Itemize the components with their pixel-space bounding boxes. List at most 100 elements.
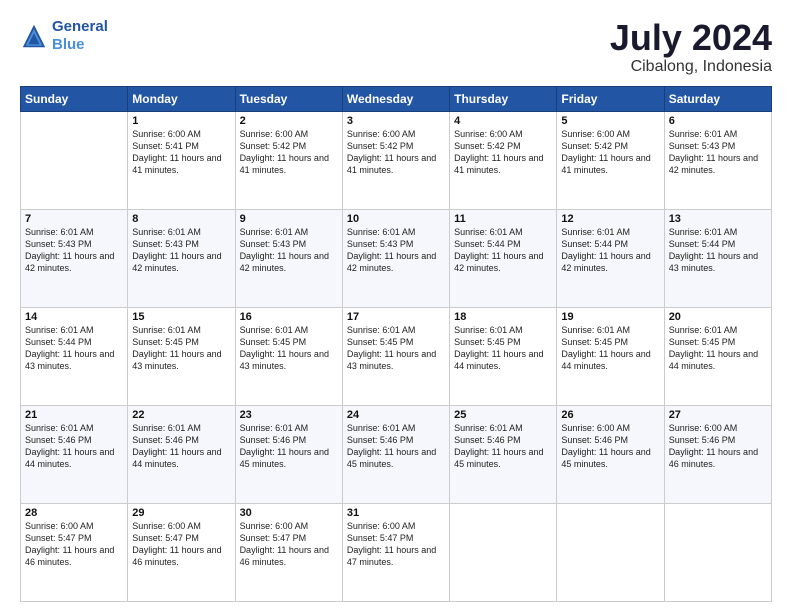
cell-details: Sunrise: 6:01 AM Sunset: 5:45 PM Dayligh… xyxy=(454,324,552,373)
logo-icon xyxy=(20,22,48,50)
calendar-cell: 27Sunrise: 6:00 AM Sunset: 5:46 PM Dayli… xyxy=(664,405,771,503)
cell-details: Sunrise: 6:00 AM Sunset: 5:47 PM Dayligh… xyxy=(132,520,230,569)
day-number: 18 xyxy=(454,311,552,323)
day-number: 17 xyxy=(347,311,445,323)
day-number: 13 xyxy=(669,213,767,225)
calendar-cell: 21Sunrise: 6:01 AM Sunset: 5:46 PM Dayli… xyxy=(21,405,128,503)
calendar-cell: 11Sunrise: 6:01 AM Sunset: 5:44 PM Dayli… xyxy=(450,209,557,307)
calendar-cell: 5Sunrise: 6:00 AM Sunset: 5:42 PM Daylig… xyxy=(557,111,664,209)
day-number: 9 xyxy=(240,213,338,225)
cell-details: Sunrise: 6:01 AM Sunset: 5:43 PM Dayligh… xyxy=(132,226,230,275)
day-number: 12 xyxy=(561,213,659,225)
calendar-week-2: 7Sunrise: 6:01 AM Sunset: 5:43 PM Daylig… xyxy=(21,209,772,307)
calendar-cell: 20Sunrise: 6:01 AM Sunset: 5:45 PM Dayli… xyxy=(664,307,771,405)
cell-details: Sunrise: 6:00 AM Sunset: 5:46 PM Dayligh… xyxy=(561,422,659,471)
cell-details: Sunrise: 6:01 AM Sunset: 5:45 PM Dayligh… xyxy=(132,324,230,373)
calendar-cell xyxy=(557,503,664,601)
day-number: 14 xyxy=(25,311,123,323)
subtitle: Cibalong, Indonesia xyxy=(610,58,772,76)
cell-details: Sunrise: 6:01 AM Sunset: 5:45 PM Dayligh… xyxy=(669,324,767,373)
cell-details: Sunrise: 6:01 AM Sunset: 5:43 PM Dayligh… xyxy=(347,226,445,275)
calendar-week-1: 1Sunrise: 6:00 AM Sunset: 5:41 PM Daylig… xyxy=(21,111,772,209)
header: General Blue July 2024 Cibalong, Indones… xyxy=(20,18,772,76)
cell-details: Sunrise: 6:00 AM Sunset: 5:46 PM Dayligh… xyxy=(669,422,767,471)
calendar-week-3: 14Sunrise: 6:01 AM Sunset: 5:44 PM Dayli… xyxy=(21,307,772,405)
cell-details: Sunrise: 6:00 AM Sunset: 5:47 PM Dayligh… xyxy=(25,520,123,569)
cell-details: Sunrise: 6:01 AM Sunset: 5:44 PM Dayligh… xyxy=(25,324,123,373)
cell-details: Sunrise: 6:01 AM Sunset: 5:44 PM Dayligh… xyxy=(454,226,552,275)
calendar-cell: 26Sunrise: 6:00 AM Sunset: 5:46 PM Dayli… xyxy=(557,405,664,503)
cell-details: Sunrise: 6:01 AM Sunset: 5:46 PM Dayligh… xyxy=(454,422,552,471)
cell-details: Sunrise: 6:00 AM Sunset: 5:41 PM Dayligh… xyxy=(132,128,230,177)
day-number: 5 xyxy=(561,115,659,127)
calendar-cell: 28Sunrise: 6:00 AM Sunset: 5:47 PM Dayli… xyxy=(21,503,128,601)
calendar-cell: 1Sunrise: 6:00 AM Sunset: 5:41 PM Daylig… xyxy=(128,111,235,209)
calendar-cell: 23Sunrise: 6:01 AM Sunset: 5:46 PM Dayli… xyxy=(235,405,342,503)
day-number: 24 xyxy=(347,409,445,421)
calendar-cell: 13Sunrise: 6:01 AM Sunset: 5:44 PM Dayli… xyxy=(664,209,771,307)
day-number: 7 xyxy=(25,213,123,225)
calendar-cell: 6Sunrise: 6:01 AM Sunset: 5:43 PM Daylig… xyxy=(664,111,771,209)
calendar-cell xyxy=(21,111,128,209)
calendar-cell: 3Sunrise: 6:00 AM Sunset: 5:42 PM Daylig… xyxy=(342,111,449,209)
calendar-cell: 4Sunrise: 6:00 AM Sunset: 5:42 PM Daylig… xyxy=(450,111,557,209)
calendar-week-4: 21Sunrise: 6:01 AM Sunset: 5:46 PM Dayli… xyxy=(21,405,772,503)
calendar-cell: 16Sunrise: 6:01 AM Sunset: 5:45 PM Dayli… xyxy=(235,307,342,405)
day-number: 15 xyxy=(132,311,230,323)
cell-details: Sunrise: 6:01 AM Sunset: 5:46 PM Dayligh… xyxy=(132,422,230,471)
day-number: 11 xyxy=(454,213,552,225)
calendar-cell: 10Sunrise: 6:01 AM Sunset: 5:43 PM Dayli… xyxy=(342,209,449,307)
calendar-cell xyxy=(664,503,771,601)
page: General Blue July 2024 Cibalong, Indones… xyxy=(0,0,792,612)
calendar-cell: 12Sunrise: 6:01 AM Sunset: 5:44 PM Dayli… xyxy=(557,209,664,307)
day-number: 3 xyxy=(347,115,445,127)
day-number: 20 xyxy=(669,311,767,323)
day-header-wednesday: Wednesday xyxy=(342,86,449,111)
day-header-monday: Monday xyxy=(128,86,235,111)
day-number: 6 xyxy=(669,115,767,127)
day-number: 2 xyxy=(240,115,338,127)
calendar-cell: 9Sunrise: 6:01 AM Sunset: 5:43 PM Daylig… xyxy=(235,209,342,307)
cell-details: Sunrise: 6:01 AM Sunset: 5:46 PM Dayligh… xyxy=(25,422,123,471)
calendar-cell: 25Sunrise: 6:01 AM Sunset: 5:46 PM Dayli… xyxy=(450,405,557,503)
day-number: 22 xyxy=(132,409,230,421)
calendar-cell: 15Sunrise: 6:01 AM Sunset: 5:45 PM Dayli… xyxy=(128,307,235,405)
day-header-friday: Friday xyxy=(557,86,664,111)
day-number: 10 xyxy=(347,213,445,225)
cell-details: Sunrise: 6:00 AM Sunset: 5:42 PM Dayligh… xyxy=(561,128,659,177)
cell-details: Sunrise: 6:01 AM Sunset: 5:43 PM Dayligh… xyxy=(240,226,338,275)
logo-line1: General xyxy=(52,18,108,35)
day-number: 26 xyxy=(561,409,659,421)
cell-details: Sunrise: 6:01 AM Sunset: 5:46 PM Dayligh… xyxy=(240,422,338,471)
cell-details: Sunrise: 6:01 AM Sunset: 5:46 PM Dayligh… xyxy=(347,422,445,471)
day-number: 29 xyxy=(132,507,230,519)
cell-details: Sunrise: 6:00 AM Sunset: 5:42 PM Dayligh… xyxy=(347,128,445,177)
day-number: 19 xyxy=(561,311,659,323)
day-number: 30 xyxy=(240,507,338,519)
cell-details: Sunrise: 6:01 AM Sunset: 5:44 PM Dayligh… xyxy=(561,226,659,275)
calendar-cell: 19Sunrise: 6:01 AM Sunset: 5:45 PM Dayli… xyxy=(557,307,664,405)
cell-details: Sunrise: 6:01 AM Sunset: 5:45 PM Dayligh… xyxy=(561,324,659,373)
calendar-cell: 2Sunrise: 6:00 AM Sunset: 5:42 PM Daylig… xyxy=(235,111,342,209)
calendar-header-row: SundayMondayTuesdayWednesdayThursdayFrid… xyxy=(21,86,772,111)
cell-details: Sunrise: 6:01 AM Sunset: 5:43 PM Dayligh… xyxy=(25,226,123,275)
cell-details: Sunrise: 6:01 AM Sunset: 5:45 PM Dayligh… xyxy=(240,324,338,373)
calendar-cell xyxy=(450,503,557,601)
day-number: 21 xyxy=(25,409,123,421)
calendar-cell: 22Sunrise: 6:01 AM Sunset: 5:46 PM Dayli… xyxy=(128,405,235,503)
day-number: 31 xyxy=(347,507,445,519)
cell-details: Sunrise: 6:01 AM Sunset: 5:43 PM Dayligh… xyxy=(669,128,767,177)
day-number: 27 xyxy=(669,409,767,421)
day-number: 16 xyxy=(240,311,338,323)
calendar-cell: 31Sunrise: 6:00 AM Sunset: 5:47 PM Dayli… xyxy=(342,503,449,601)
cell-details: Sunrise: 6:00 AM Sunset: 5:47 PM Dayligh… xyxy=(240,520,338,569)
calendar-week-5: 28Sunrise: 6:00 AM Sunset: 5:47 PM Dayli… xyxy=(21,503,772,601)
calendar-cell: 8Sunrise: 6:01 AM Sunset: 5:43 PM Daylig… xyxy=(128,209,235,307)
day-header-saturday: Saturday xyxy=(664,86,771,111)
day-number: 28 xyxy=(25,507,123,519)
calendar-table: SundayMondayTuesdayWednesdayThursdayFrid… xyxy=(20,86,772,602)
calendar-cell: 17Sunrise: 6:01 AM Sunset: 5:45 PM Dayli… xyxy=(342,307,449,405)
logo-text: General Blue xyxy=(52,18,108,54)
logo-line2: Blue xyxy=(52,36,85,53)
title-block: July 2024 Cibalong, Indonesia xyxy=(610,18,772,76)
